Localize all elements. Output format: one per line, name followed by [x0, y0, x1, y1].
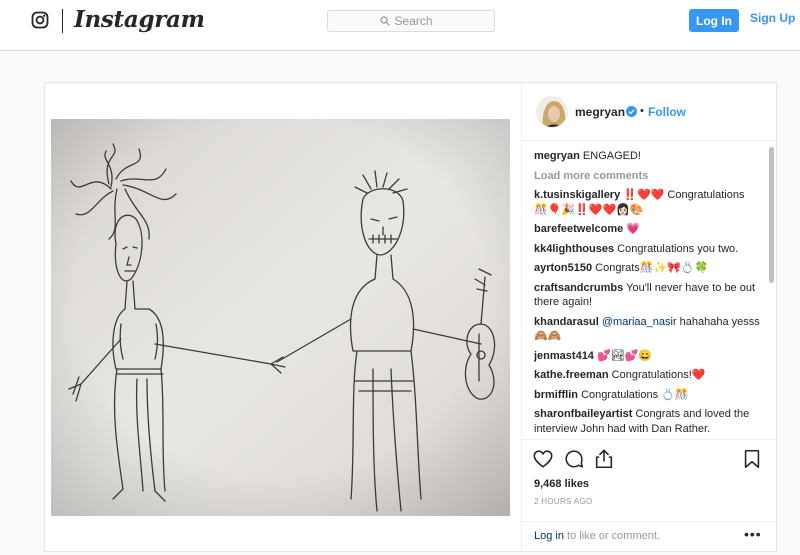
list-item: ayrton5150 Congrats🎊✨🎀💍🍀	[534, 261, 760, 276]
nav-divider	[62, 9, 63, 33]
list-item: barefeetwelcome 💗	[534, 222, 760, 237]
post-actions: 9,468 likes 2 HOURS AGO Log in to like o…	[522, 439, 778, 551]
comment-mention[interactable]: @mariaa_nasir	[602, 316, 677, 328]
comment-user[interactable]: megryan	[534, 150, 580, 162]
comment-text: Congratulations!❤️	[611, 369, 706, 381]
list-item: craftsandcrumbs You'll never have to be …	[534, 281, 760, 310]
login-prompt-row: Log in to like or comment. •••	[522, 521, 778, 552]
post-header: megryan • Follow	[522, 83, 778, 141]
comment-user[interactable]: kathe.freeman	[534, 369, 609, 381]
comment-icon[interactable]	[563, 448, 585, 470]
comment-text: Congrats🎊✨🎀💍🍀	[595, 262, 709, 274]
post-username[interactable]: megryan	[575, 105, 625, 119]
comment-user[interactable]: sharonfbaileyartist	[534, 408, 632, 420]
list-item: sharonfbaileyartist Congrats and loved t…	[534, 407, 760, 436]
search-input[interactable]	[394, 14, 443, 28]
comment-user[interactable]: brmifflin	[534, 389, 578, 401]
comment-text: ENGAGED!	[582, 150, 641, 162]
instagram-logo[interactable]: Instagram	[74, 6, 205, 33]
post-card: megryan • Follow megryan ENGAGED! Load m…	[44, 82, 778, 552]
comment-user[interactable]: kk4lighthouses	[534, 243, 614, 255]
post-photo[interactable]	[51, 119, 510, 516]
share-icon[interactable]	[593, 448, 615, 470]
comment-user[interactable]: ayrton5150	[534, 262, 592, 274]
post-timestamp[interactable]: 2 HOURS AGO	[534, 497, 592, 506]
login-prompt-text: to like or comment.	[563, 530, 660, 542]
list-item: brmifflin Congratulations 💍🎊	[534, 388, 760, 403]
list-item: kk4lighthouses Congratulations you two.	[534, 242, 760, 257]
comment-user[interactable]: k.tusinskigallery	[534, 189, 620, 201]
heart-icon[interactable]	[532, 448, 554, 470]
comments-scrollbar[interactable]	[768, 147, 775, 439]
search-box[interactable]	[327, 10, 495, 32]
separator-dot: •	[640, 105, 644, 117]
list-item: kathe.freeman Congratulations!❤️	[534, 368, 760, 383]
comment-user[interactable]: barefeetwelcome	[534, 223, 623, 235]
login-button[interactable]: Log In	[689, 9, 739, 32]
verified-badge-icon	[626, 106, 637, 117]
scrollbar-thumb[interactable]	[769, 147, 774, 283]
comment-text: Congratulations 💍🎊	[581, 388, 689, 401]
comments-list[interactable]: megryan ENGAGED! Load more comments k.tu…	[534, 149, 760, 438]
avatar[interactable]	[536, 96, 568, 128]
load-more-comments[interactable]: Load more comments	[534, 169, 760, 184]
post-sidebar: megryan • Follow megryan ENGAGED! Load m…	[521, 83, 778, 551]
login-link[interactable]: Log in	[534, 530, 564, 542]
post-drawing-image	[51, 119, 510, 516]
instagram-icon[interactable]	[31, 11, 49, 29]
top-nav: Instagram Log In Sign Up	[0, 0, 800, 51]
comment-text: Congratulations you two.	[617, 242, 739, 255]
caption: megryan ENGAGED!	[534, 149, 760, 164]
follow-button[interactable]: Follow	[648, 105, 686, 119]
comment-text: 💕🏞💕😄	[597, 349, 653, 362]
list-item: k.tusinskigallery ‼️❤️❤️ Congratulations…	[534, 188, 760, 217]
search-icon	[379, 16, 390, 26]
comment-user[interactable]: craftsandcrumbs	[534, 282, 623, 294]
list-item: khandarasul @mariaa_nasir hahahaha yesss…	[534, 315, 760, 344]
comment-user[interactable]: khandarasul	[534, 316, 599, 328]
more-options-icon[interactable]: •••	[744, 526, 762, 542]
login-prompt: Log in to like or comment.	[534, 530, 660, 542]
likes-count[interactable]: 9,468 likes	[534, 478, 589, 490]
bookmark-icon[interactable]	[741, 448, 763, 470]
signup-link[interactable]: Sign Up	[750, 11, 795, 25]
list-item: jenmast414 💕🏞💕😄	[534, 349, 760, 364]
comment-user[interactable]: jenmast414	[534, 350, 594, 362]
comment-text: 💗	[626, 223, 641, 235]
